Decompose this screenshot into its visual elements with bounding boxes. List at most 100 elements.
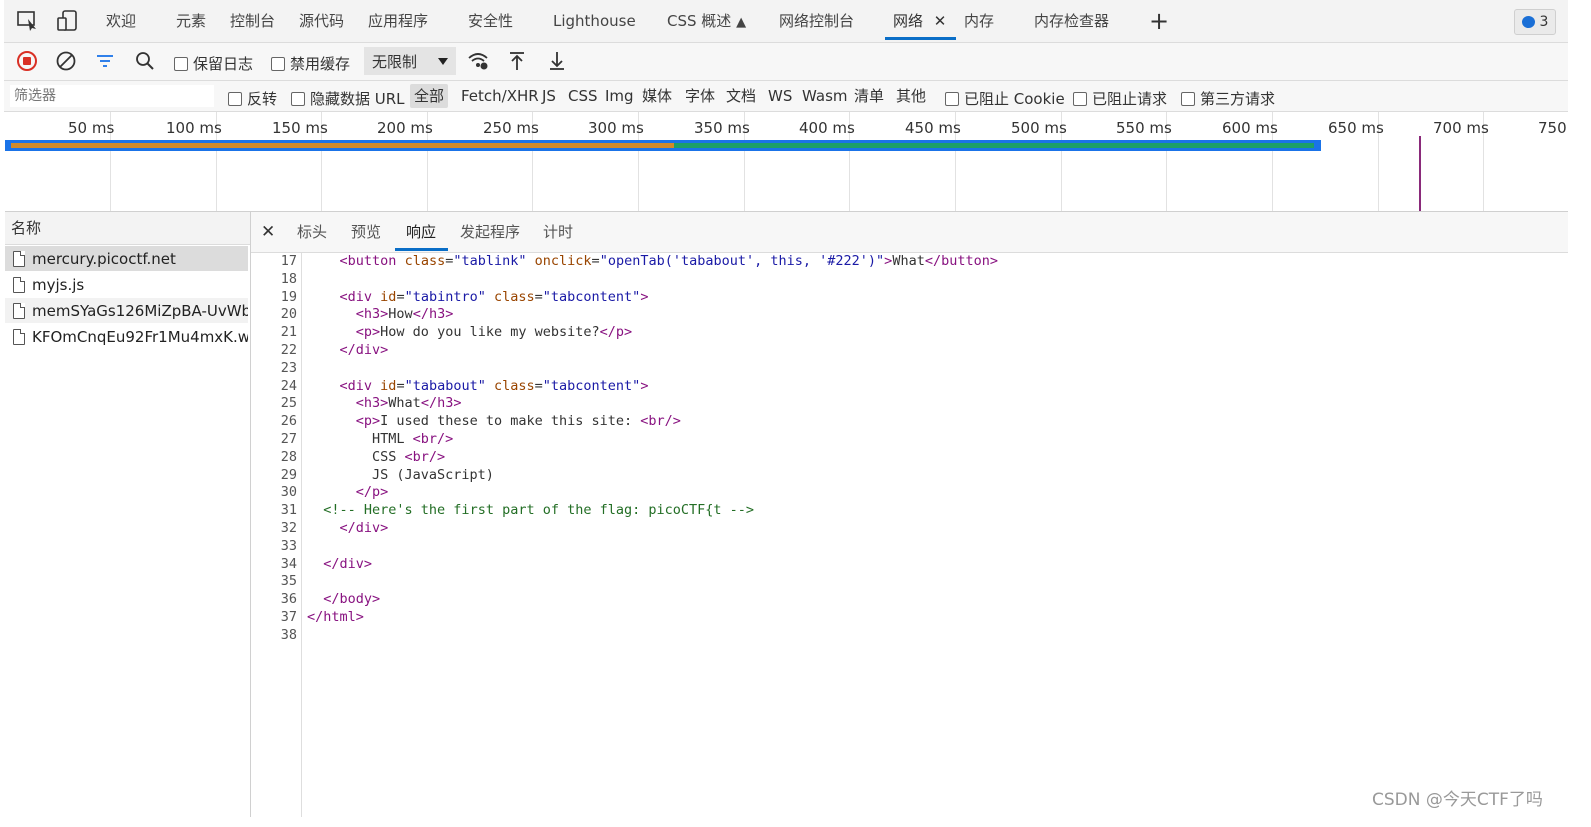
tab-security[interactable]: 安全性 bbox=[468, 0, 513, 42]
preserve-log-checkbox[interactable]: 保留日志 bbox=[174, 53, 253, 74]
blocked-requests-box[interactable] bbox=[1073, 91, 1087, 106]
timeline-tick-label: 450 ms bbox=[905, 119, 961, 137]
hide-data-url-checkbox[interactable]: 隐藏数据 URL bbox=[291, 88, 405, 109]
filter-icon[interactable] bbox=[92, 49, 118, 73]
code-text: <h3>What</h3> bbox=[355, 395, 462, 412]
blocked-cookies-box[interactable] bbox=[945, 91, 959, 106]
throttling-select[interactable]: 无限制 bbox=[364, 47, 456, 75]
tab-css-overview-label: CSS 概述 bbox=[667, 12, 732, 30]
blocked-cookies-checkbox[interactable]: 已阻止 Cookie bbox=[945, 88, 1065, 109]
tab-response[interactable]: 响应 bbox=[406, 212, 436, 252]
devtools-tab-bar: 欢迎 元素 控制台 源代码 应用程序 安全性 Lighthouse CSS 概述… bbox=[4, 0, 1568, 43]
filter-input[interactable] bbox=[10, 85, 214, 107]
third-party-label: 第三方请求 bbox=[1200, 90, 1276, 108]
tab-welcome[interactable]: 欢迎 bbox=[106, 0, 136, 42]
network-overview-timeline[interactable]: 50 ms 100 ms 150 ms 200 ms 250 ms 300 ms… bbox=[5, 112, 1568, 212]
invert-box[interactable] bbox=[228, 91, 242, 106]
line-number: 20 bbox=[280, 306, 297, 323]
filter-bar: 反转 隐藏数据 URL 全部 Fetch/XHR JS CSS Img 媒体 字… bbox=[4, 81, 1568, 112]
import-har-icon[interactable] bbox=[504, 49, 530, 73]
experiment-flask-icon: ▲ bbox=[736, 15, 747, 30]
line-number: 17 bbox=[280, 253, 297, 269]
filter-type-img[interactable]: Img bbox=[605, 81, 634, 111]
disable-cache-label: 禁用缓存 bbox=[290, 55, 351, 73]
preserve-log-box[interactable] bbox=[174, 56, 188, 71]
code-text: <button class="tablink" onclick="openTab… bbox=[339, 253, 998, 269]
device-emulation-icon[interactable] bbox=[56, 10, 80, 32]
tab-preview[interactable]: 预览 bbox=[351, 212, 381, 252]
tab-network-console[interactable]: 网络控制台 bbox=[779, 0, 854, 42]
request-row[interactable]: mercury.picoctf.net bbox=[5, 246, 248, 271]
filter-type-all[interactable]: 全部 bbox=[410, 84, 449, 108]
tab-memory-inspector[interactable]: 内存检查器 bbox=[1034, 0, 1109, 42]
network-conditions-icon[interactable] bbox=[465, 49, 491, 73]
code-text: </p> bbox=[355, 484, 389, 501]
third-party-checkbox[interactable]: 第三方请求 bbox=[1181, 88, 1275, 109]
tab-timing[interactable]: 计时 bbox=[543, 212, 573, 252]
tab-initiator[interactable]: 发起程序 bbox=[460, 212, 520, 252]
timeline-tick-label: 100 ms bbox=[166, 119, 222, 137]
line-number: 27 bbox=[280, 431, 297, 447]
add-tool-plus-icon[interactable]: + bbox=[1149, 9, 1169, 33]
filter-type-css[interactable]: CSS bbox=[568, 81, 598, 111]
line-number: 18 bbox=[280, 270, 297, 287]
line-number: 23 bbox=[280, 359, 297, 376]
disable-cache-box[interactable] bbox=[271, 56, 285, 71]
blocked-cookies-label: 已阻止 Cookie bbox=[964, 90, 1065, 108]
invert-checkbox[interactable]: 反转 bbox=[228, 88, 277, 109]
name-column-header[interactable]: 名称 bbox=[5, 212, 250, 245]
filter-type-fetch-xhr[interactable]: Fetch/XHR bbox=[461, 81, 539, 111]
filter-type-other[interactable]: 其他 bbox=[896, 81, 926, 111]
request-row[interactable]: memSYaGs126MiZpBA-UvWb... bbox=[5, 298, 248, 323]
line-number: 21 bbox=[280, 324, 297, 341]
export-har-icon[interactable] bbox=[544, 49, 570, 73]
request-list: 名称 mercury.picoctf.net myjs.js memSYaGs1… bbox=[5, 212, 251, 817]
inspect-element-icon[interactable] bbox=[16, 10, 40, 32]
filter-type-doc[interactable]: 文档 bbox=[726, 81, 756, 111]
blocked-requests-checkbox[interactable]: 已阻止请求 bbox=[1073, 88, 1167, 109]
request-row[interactable]: myjs.js bbox=[5, 272, 248, 297]
filter-type-ws[interactable]: WS bbox=[768, 81, 792, 111]
third-party-box[interactable] bbox=[1181, 91, 1195, 106]
request-name: KFOmCnqEu92Fr1Mu4mxK.wo... bbox=[32, 327, 248, 346]
tab-memory[interactable]: 内存 bbox=[964, 0, 994, 42]
close-tab-icon[interactable]: ✕ bbox=[934, 12, 947, 30]
tab-elements[interactable]: 元素 bbox=[176, 0, 206, 42]
tab-sources[interactable]: 源代码 bbox=[299, 0, 344, 42]
line-number: 22 bbox=[280, 342, 297, 358]
clear-icon[interactable] bbox=[53, 49, 79, 73]
filter-type-font[interactable]: 字体 bbox=[685, 81, 715, 111]
tab-css-overview[interactable]: CSS 概述 ▲ bbox=[667, 0, 746, 42]
search-icon[interactable] bbox=[132, 49, 158, 73]
throttling-value: 无限制 bbox=[372, 52, 418, 71]
tab-headers[interactable]: 标头 bbox=[297, 212, 327, 252]
active-tab-indicator bbox=[885, 37, 956, 40]
tab-application[interactable]: 应用程序 bbox=[368, 0, 428, 42]
line-number: 34 bbox=[280, 555, 297, 572]
tab-console[interactable]: 控制台 bbox=[230, 0, 275, 42]
line-number: 37 bbox=[280, 609, 297, 625]
filter-type-media[interactable]: 媒体 bbox=[642, 81, 672, 111]
timeline-tick-label: 700 ms bbox=[1433, 119, 1489, 137]
code-text: </div> bbox=[339, 342, 389, 358]
disable-cache-checkbox[interactable]: 禁用缓存 bbox=[271, 53, 350, 74]
record-stop-icon[interactable] bbox=[14, 49, 40, 73]
code-text: <div id="tababout" class="tabcontent"> bbox=[339, 377, 649, 394]
invert-label: 反转 bbox=[247, 90, 278, 108]
tab-lighthouse[interactable]: Lighthouse bbox=[553, 0, 636, 42]
response-code-viewer[interactable]: 17 <button class="tablink" onclick="open… bbox=[251, 253, 1568, 817]
timeline-tick-label: 750 bbox=[1538, 119, 1567, 137]
issues-badge[interactable]: 3 bbox=[1514, 9, 1556, 35]
timeline-tick-label: 550 ms bbox=[1116, 119, 1172, 137]
filter-type-js[interactable]: JS bbox=[542, 81, 556, 111]
filter-type-wasm[interactable]: Wasm bbox=[802, 81, 848, 111]
request-row[interactable]: KFOmCnqEu92Fr1Mu4mxK.wo... bbox=[5, 324, 248, 349]
tab-network[interactable]: 网络 ✕ bbox=[893, 0, 946, 42]
filter-type-manifest[interactable]: 清单 bbox=[854, 81, 884, 111]
hide-data-url-box[interactable] bbox=[291, 91, 305, 106]
timeline-tick-label: 650 ms bbox=[1328, 119, 1384, 137]
close-icon[interactable]: ✕ bbox=[261, 212, 275, 252]
timeline-tick-label: 50 ms bbox=[68, 119, 115, 137]
timeline-download-bar bbox=[674, 143, 1314, 148]
line-number: 26 bbox=[280, 413, 297, 430]
